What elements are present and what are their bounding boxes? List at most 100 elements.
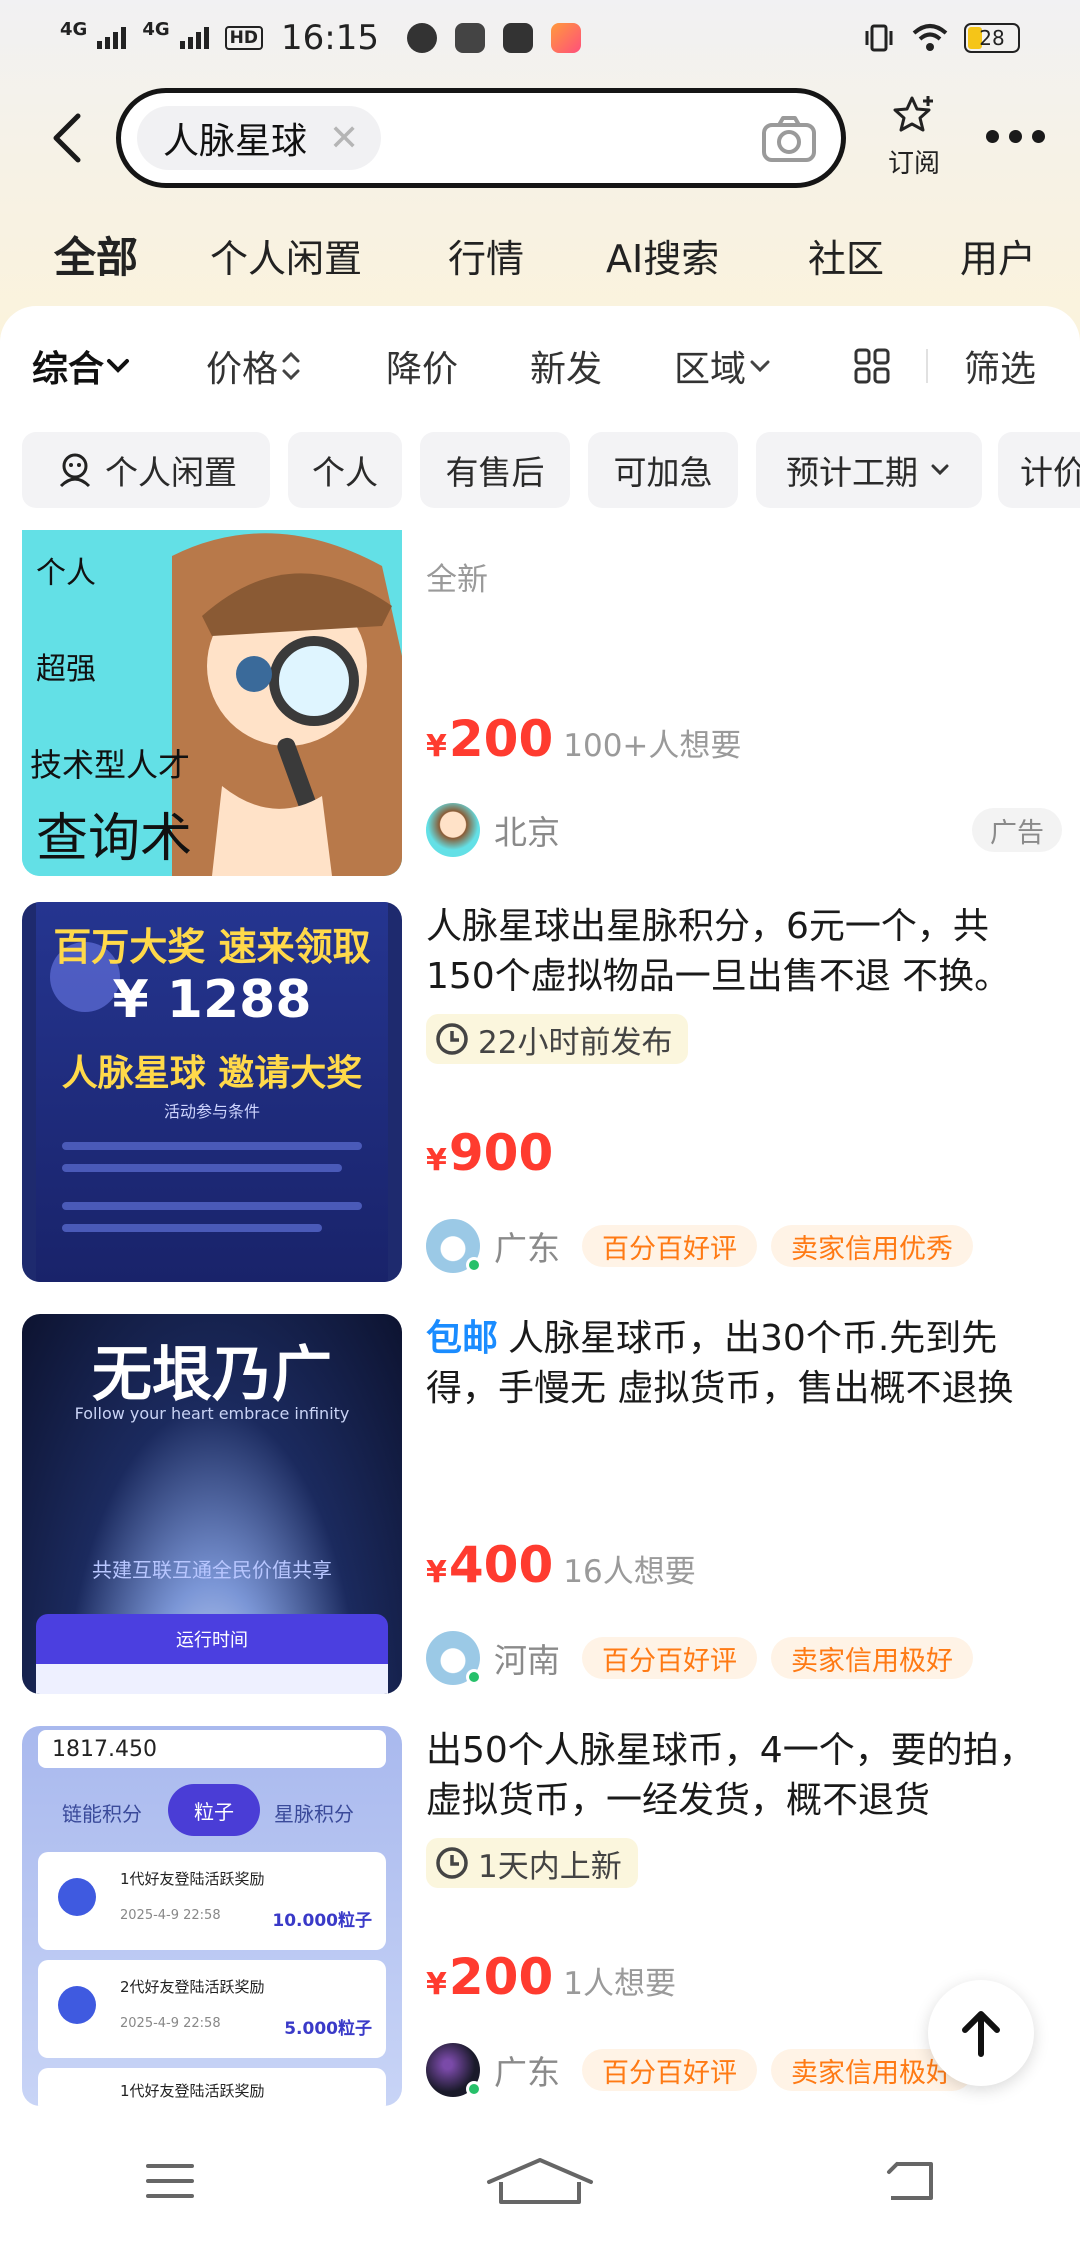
price-value: 200 [448,710,554,768]
filter-panel: 综合 价格 降价 新发 区域 筛选 个人闲置 个人 有售后 可加急 预计工期 计… [0,306,1080,530]
chip-pricing[interactable]: 计价 [998,432,1080,508]
list-item[interactable]: 百万大奖 速来领取 ¥ 1288 人脉星球 邀请大奖 活动参与条件 人脉星球出星… [0,902,1080,1282]
chip-personal-idle[interactable]: 个人闲置 [22,432,270,508]
tab-personal-idle[interactable]: 个人闲置 [210,228,362,283]
list-item[interactable]: 无垠乃广 Follow your heart embrace infinity … [0,1314,1080,1694]
seller-region: 广东 [494,2053,560,2092]
thumb-text: 2025-4-9 22:58 [120,2016,221,2031]
clock-icon [436,1847,468,1879]
signal-icon [97,27,127,49]
chip-label: 个人闲置 [105,453,237,492]
ad-tag: 广告 [972,808,1062,852]
sort-price-drop[interactable]: 降价 [386,336,458,396]
chip-estimated-duration[interactable]: 预计工期 [756,432,982,508]
star-plus-icon [893,96,933,132]
filter-button[interactable]: 筛选 [964,336,1036,396]
back-nav-icon[interactable] [885,2160,935,2202]
sort-comprehensive[interactable]: 综合 [32,336,132,396]
thumb-text: 无垠乃广 [92,1340,332,1410]
item-title[interactable]: 包邮 人脉星球币，出30个币.先到先得，手慢无 虚拟货币，售出概不退换 [426,1314,1046,1414]
grid-view-icon[interactable] [852,336,892,396]
sort-price-label: 价格 [206,349,279,390]
chip-personal[interactable]: 个人 [288,432,402,508]
item-info: 全新 ¥200 100+人想要 北京 广告 [426,530,1062,876]
network-type-2: 4G [142,19,170,40]
rating-badge: 百分百好评 [582,1225,757,1267]
list-item[interactable]: 1817.450 链能积分 粒子 星脉积分 1代好友登陆活跃奖励 2025-4-… [0,1726,1080,2106]
category-tabs: 全部 个人闲置 行情 AI搜索 社区 用户 [0,222,1080,288]
thumb-text: 运行时间 [36,1614,388,1664]
chip-after-sales[interactable]: 有售后 [420,432,570,508]
clock: 16:15 [280,18,379,58]
chip-rush[interactable]: 可加急 [588,432,738,508]
tab-community[interactable]: 社区 [808,228,884,283]
item-condition: 全新 [426,562,488,598]
menu-icon[interactable] [145,2161,195,2201]
clear-query-icon[interactable]: ✕ [329,118,359,159]
item-thumbnail[interactable]: 无垠乃广 Follow your heart embrace infinity … [22,1314,402,1694]
sort-bar: 综合 价格 降价 新发 区域 筛选 [0,336,1080,396]
tab-ai-search[interactable]: AI搜索 [606,228,719,283]
price-row: ¥200 1人想要 [426,1948,676,2006]
sort-price[interactable]: 价格 [206,336,304,396]
sort-new[interactable]: 新发 [530,336,602,396]
network-type-1: 4G [60,19,88,40]
camera-icon[interactable] [761,115,817,163]
currency-symbol: ¥ [426,1555,447,1590]
thumb-text: 技术型人才 [30,746,191,784]
item-price: ¥400 [426,1536,553,1594]
sort-comprehensive-label: 综合 [32,349,105,390]
signal-icon [179,27,209,49]
list-item[interactable]: 个人 超强 技术型人才 查询术 全新 ¥200 100+人想要 北京 广告 [0,530,1080,876]
seller-row: 河南 百分百好评 卖家信用极好 [426,1630,1062,1686]
back-button[interactable] [28,88,108,188]
seller-region: 北京 [494,813,560,852]
want-count: 100+人想要 [563,728,742,764]
wechat-icon [406,23,437,53]
wifi-icon [912,24,948,51]
thumb-text: 10.000粒子 [272,1911,372,1931]
scroll-to-top-button[interactable] [928,1980,1034,2086]
home-icon[interactable] [485,2156,595,2206]
item-info: 人脉星球出星脉积分，6元一个，共150个虚拟物品一旦出售不退 不换。 22小时前… [426,902,1062,1282]
seller-row: 北京 广告 [426,802,1062,858]
sort-region[interactable]: 区域 [674,336,774,396]
thumb-text: 2代好友登陆活跃奖励 [120,1978,265,1996]
publish-time: 22小时前发布 [478,1024,673,1061]
item-title-text: 人脉星球币，出30个币.先到先得，手慢无 虚拟货币，售出概不退换 [426,1318,1014,1409]
chevron-down-icon [107,359,130,373]
item-price: ¥900 [426,1124,553,1182]
subscribe-button[interactable]: 订阅 [878,94,950,180]
price-value: 400 [448,1536,554,1594]
seller-region: 河南 [494,1641,560,1680]
avatar[interactable] [426,803,480,857]
tab-market[interactable]: 行情 [448,228,524,283]
thumb-text: ¥ 1288 [112,970,312,1030]
avatar[interactable] [426,2043,482,2097]
tab-users[interactable]: 用户 [960,228,1036,283]
item-title[interactable]: 出50个人脉星球币，4一个，要的拍， 虚拟货币，一经发货，概不退货 [426,1726,1046,1826]
rating-badge: 百分百好评 [582,1637,757,1679]
tab-all[interactable]: 全部 [54,224,139,285]
thumb-text: Follow your heart embrace infinity [74,1404,350,1423]
item-thumbnail[interactable]: 百万大奖 速来领取 ¥ 1288 人脉星球 邀请大奖 活动参与条件 [22,902,402,1282]
search-query-chip[interactable]: 人脉星球 ✕ [137,106,382,170]
credit-badge: 卖家信用优秀 [771,1225,973,1267]
sort-region-label: 区域 [674,349,747,390]
item-price: ¥200 [426,1948,553,2006]
avatar[interactable] [426,1631,482,1685]
item-thumbnail[interactable]: 个人 超强 技术型人才 查询术 [22,530,402,876]
publish-time: 1天内上新 [478,1848,622,1885]
chevron-down-icon [931,464,949,476]
avatar[interactable] [426,1219,482,1273]
free-shipping-tag: 包邮 [426,1318,499,1359]
chevron-down-icon [750,360,770,373]
search-input[interactable]: 人脉星球 ✕ [116,88,846,188]
app-notification-icon [502,23,533,53]
thumb-text: 活动参与条件 [163,1102,260,1121]
result-list: 个人 超强 技术型人才 查询术 全新 ¥200 100+人想要 北京 广告 百万… [0,530,1080,2106]
item-thumbnail[interactable]: 1817.450 链能积分 粒子 星脉积分 1代好友登陆活跃奖励 2025-4-… [22,1726,402,2106]
more-options-icon[interactable] [980,116,1050,156]
item-title[interactable]: 人脉星球出星脉积分，6元一个，共150个虚拟物品一旦出售不退 不换。 [426,902,1046,1002]
system-navigation-bar [0,2106,1080,2256]
